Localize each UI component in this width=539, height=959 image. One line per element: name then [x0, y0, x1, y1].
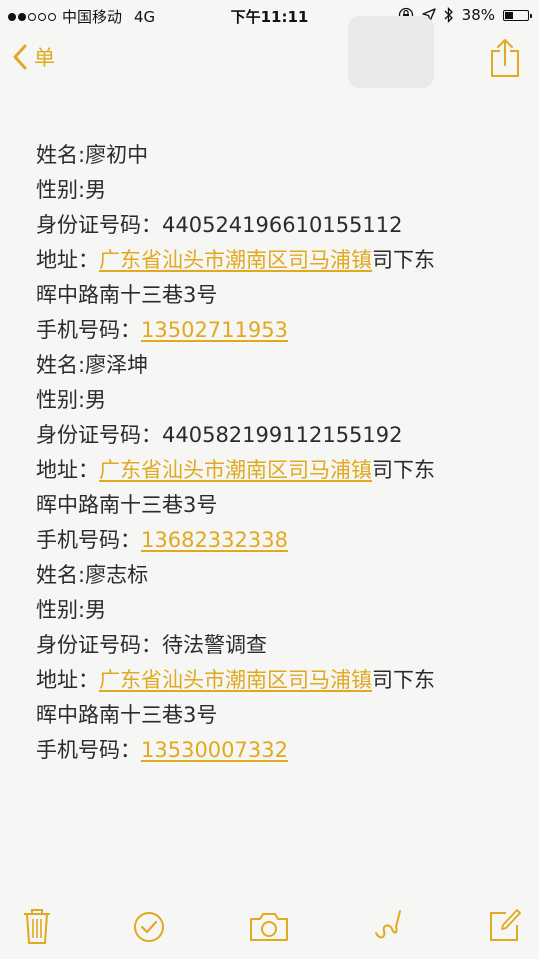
note-line-address: 地址：广东省汕头市潮南区司马浦镇司下东: [36, 663, 506, 698]
battery-percent: 38%: [461, 6, 495, 24]
bottom-toolbar: [0, 899, 539, 959]
trash-icon: [24, 909, 50, 944]
address-link[interactable]: 广东省汕头市潮南区司马浦镇: [99, 248, 372, 272]
address-link[interactable]: 广东省汕头市潮南区司马浦镇: [99, 458, 372, 482]
sketch-button[interactable]: [372, 907, 408, 949]
compose-button[interactable]: [488, 907, 522, 947]
back-label: 单: [34, 46, 55, 70]
note-line-gender: 性别:男: [36, 178, 107, 202]
share-button[interactable]: [489, 38, 521, 82]
phone-label: 手机号码：: [36, 318, 141, 342]
address-rest: 司下东: [372, 458, 435, 482]
note-line-phone: 手机号码：13502711953: [36, 313, 506, 348]
address-rest: 司下东: [372, 248, 435, 272]
note-line-address-cont: 晖中路南十三巷3号: [36, 493, 218, 517]
back-button[interactable]: 单: [12, 42, 55, 72]
address-rest: 司下东: [372, 668, 435, 692]
id-label: 身份证号码：: [36, 633, 162, 657]
note-line-gender: 性别:男: [36, 598, 107, 622]
delete-button[interactable]: [22, 907, 52, 949]
note-line-id: 身份证号码：440582199112155192: [36, 418, 506, 453]
id-label: 身份证号码：: [36, 213, 162, 237]
notes-screen: 中国移动 4G 下午11:11 38% 单 姓名:廖初中 性别:男 身份证号码：…: [0, 0, 539, 959]
battery-icon: [503, 9, 532, 21]
checklist-icon: [134, 912, 164, 942]
id-label: 身份证号码：: [36, 423, 162, 447]
note-line-address: 地址：广东省汕头市潮南区司马浦镇司下东: [36, 243, 506, 278]
phone-label: 手机号码：: [36, 738, 141, 762]
note-line-id: 身份证号码：待法警调查: [36, 628, 506, 663]
compose-icon: [490, 909, 521, 941]
note-line-name: 姓名:廖泽坤: [36, 353, 149, 377]
address-link[interactable]: 广东省汕头市潮南区司马浦镇: [99, 668, 372, 692]
bluetooth-icon: [444, 7, 453, 23]
nav-bar: 单: [0, 32, 539, 92]
camera-button[interactable]: [248, 911, 290, 947]
blurred-overlay: [348, 16, 434, 88]
note-line-address: 地址：广东省汕头市潮南区司马浦镇司下东: [36, 453, 506, 488]
note-line-address-cont: 晖中路南十三巷3号: [36, 283, 218, 307]
phone-label: 手机号码：: [36, 528, 141, 552]
address-label: 地址：: [36, 458, 99, 482]
address-label: 地址：: [36, 668, 99, 692]
note-line-id: 身份证号码：440524196610155112: [36, 208, 506, 243]
id-value: 待法警调查: [162, 633, 267, 657]
status-bar: 中国移动 4G 下午11:11 38%: [0, 0, 539, 32]
id-value: 440582199112155192: [162, 423, 403, 447]
address-label: 地址：: [36, 248, 99, 272]
note-line-address-cont: 晖中路南十三巷3号: [36, 703, 218, 727]
phone-link[interactable]: 13682332338: [141, 528, 288, 552]
phone-link[interactable]: 13502711953: [141, 318, 288, 342]
note-body[interactable]: 姓名:廖初中 性别:男 身份证号码：440524196610155112 地址：…: [36, 138, 506, 768]
checklist-button[interactable]: [133, 911, 165, 947]
note-line-phone: 手机号码：13530007332: [36, 733, 506, 768]
camera-icon: [250, 913, 288, 941]
share-icon: [491, 39, 519, 77]
note-line-name: 姓名:廖志标: [36, 563, 149, 587]
id-value: 440524196610155112: [162, 213, 403, 237]
chevron-left-icon: [13, 44, 27, 70]
note-line-phone: 手机号码：13682332338: [36, 523, 506, 558]
phone-link[interactable]: 13530007332: [141, 738, 288, 762]
sketch-icon: [375, 910, 401, 939]
note-line-gender: 性别:男: [36, 388, 107, 412]
note-line-name: 姓名:廖初中: [36, 143, 149, 167]
